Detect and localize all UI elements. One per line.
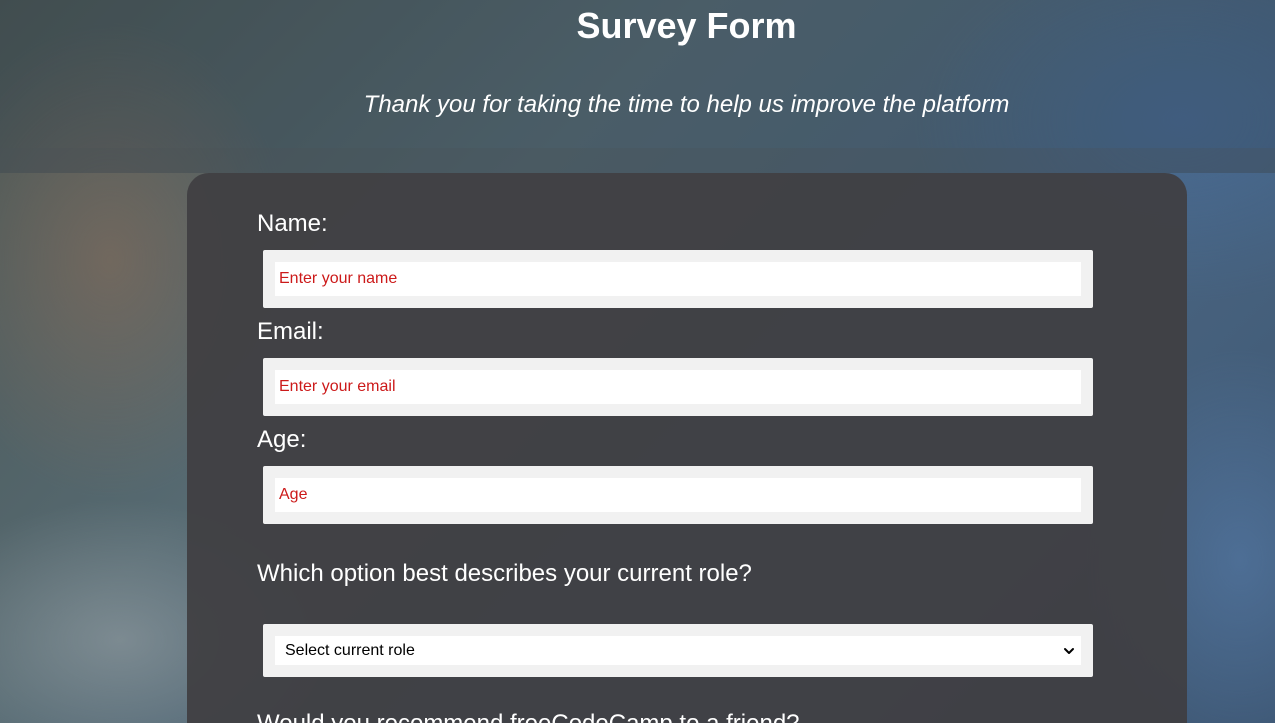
name-input[interactable]: [275, 262, 1081, 296]
age-input[interactable]: [275, 478, 1081, 512]
age-label: Age:: [257, 426, 307, 453]
age-field-frame: [263, 466, 1093, 524]
survey-form: Name: Email: Age: Which option best desc…: [187, 173, 1187, 723]
role-select-value: Select current role: [285, 642, 415, 659]
email-field-frame: [263, 358, 1093, 416]
role-question: Which option best describes your current…: [257, 560, 752, 587]
role-select-frame: Select current role: [263, 624, 1093, 677]
role-select[interactable]: Select current role: [275, 636, 1081, 665]
page-description: Thank you for taking the time to help us…: [363, 91, 1010, 118]
page-title: Survey Form: [576, 5, 797, 46]
name-field-frame: [263, 250, 1093, 308]
recommend-question: Would you recommend freeCodeCamp to a fr…: [257, 709, 800, 723]
header-divider: [0, 148, 1275, 173]
name-label: Name:: [257, 210, 328, 237]
chevron-down-icon: [1064, 648, 1074, 654]
email-label: Email:: [257, 318, 324, 345]
email-input[interactable]: [275, 370, 1081, 404]
